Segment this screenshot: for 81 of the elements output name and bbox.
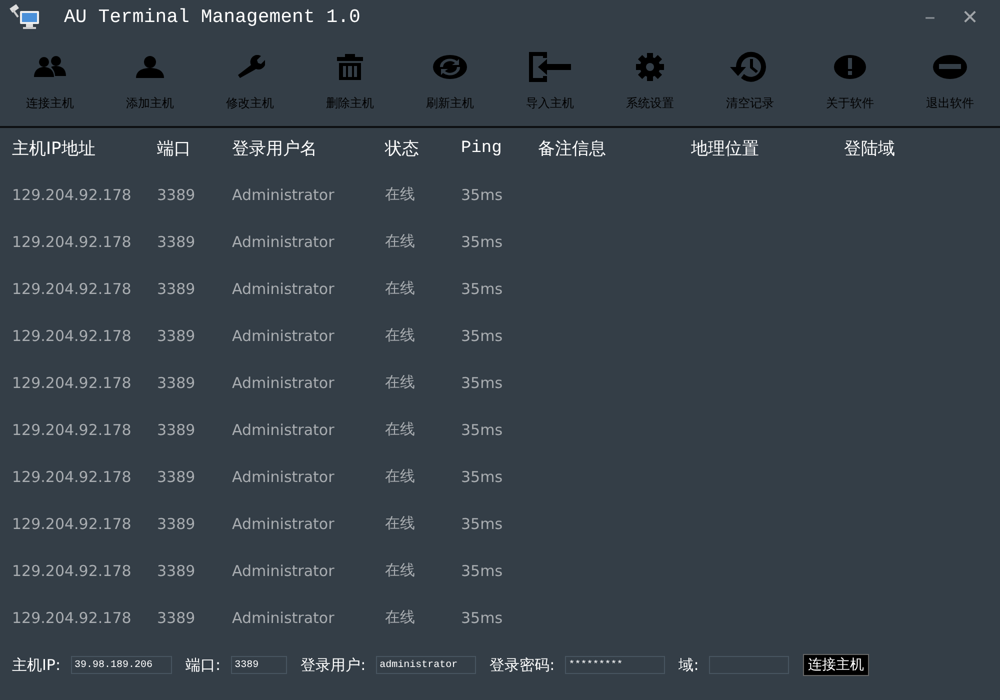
- table-cell-text: 35ms: [461, 184, 503, 206]
- table-cell-text: 3389: [157, 372, 196, 394]
- table-cell-text: 3389: [157, 326, 196, 346]
- refresh-icon: [433, 54, 467, 80]
- table-cell-text: 35ms: [461, 420, 503, 440]
- table-cell-text: Administrator: [232, 608, 334, 628]
- column-header[interactable]: 状态: [385, 128, 419, 168]
- table-cell-text: 3389: [157, 420, 196, 440]
- table-cell-text: 3389: [157, 608, 196, 628]
- table-cell-text: 129.204.92.178: [12, 232, 132, 252]
- trash-icon: [336, 54, 364, 80]
- field-label: 登录用户:: [300, 656, 366, 674]
- table-cell-text: Administrator: [232, 420, 334, 440]
- table-cell-text: 3389: [157, 466, 196, 488]
- table-cell-text: 在线: [385, 231, 415, 252]
- input-field[interactable]: [708, 656, 789, 674]
- input-field[interactable]: 39.98.189.206: [70, 656, 172, 674]
- column-header[interactable]: 地理位置: [691, 128, 759, 168]
- input-field[interactable]: administrator: [376, 656, 476, 674]
- table-cell-text: 在线: [385, 560, 415, 581]
- table-cell-text: Administrator: [232, 278, 334, 300]
- close-button[interactable]: ✕: [950, 2, 990, 32]
- table-cell-text: 129.204.92.178: [12, 560, 132, 582]
- table-cell-text: 35ms: [461, 608, 503, 628]
- table-cell-text: 在线: [385, 372, 415, 393]
- satellite-computer-icon: [8, 4, 40, 30]
- table-cell-text: 129.204.92.178: [12, 514, 132, 534]
- table-cell-text: 在线: [385, 325, 415, 346]
- table-cell-text: 35ms: [461, 278, 503, 300]
- gear-icon: [634, 53, 666, 81]
- input-field[interactable]: 3389: [230, 656, 287, 674]
- table-cell-text: 129.204.92.178: [12, 466, 132, 488]
- field-label: 主机IP:: [12, 656, 61, 674]
- table-cell-text: 129.204.92.178: [12, 326, 132, 346]
- column-header[interactable]: Ping: [461, 128, 502, 168]
- window-title: AU Terminal Management 1.0: [64, 6, 362, 28]
- table-cell-text: 在线: [385, 466, 415, 487]
- minus-circle-icon: [933, 54, 967, 80]
- exclamation-icon: [834, 54, 866, 80]
- table-cell-text: 35ms: [461, 232, 503, 252]
- table-cell-text: Administrator: [232, 514, 334, 534]
- table-cell-text: 3389: [157, 278, 196, 300]
- table-cell-text: Administrator: [232, 372, 334, 394]
- table-cell-text: 在线: [385, 184, 415, 205]
- table-cell-text: 35ms: [461, 514, 503, 534]
- table-cell-text: 129.204.92.178: [12, 278, 132, 300]
- table-cell-text: 129.204.92.178: [12, 184, 132, 206]
- table-cell-text: 129.204.92.178: [12, 372, 132, 394]
- import-icon: [527, 50, 573, 84]
- table-cell-text: 在线: [385, 513, 415, 534]
- field-label: 域:: [678, 656, 699, 674]
- table-cell-text: 3389: [157, 560, 196, 582]
- column-header[interactable]: 登录用户名: [232, 128, 317, 168]
- users-icon: [33, 56, 67, 78]
- table-cell-text: 在线: [385, 278, 415, 299]
- table-cell-text: 3389: [157, 232, 196, 252]
- user-icon: [134, 55, 166, 79]
- table-cell-text: 35ms: [461, 372, 503, 394]
- table-cell-text: 在线: [385, 607, 415, 628]
- table-cell-text: Administrator: [232, 232, 334, 252]
- table-cell-text: 3389: [157, 514, 196, 534]
- column-header[interactable]: 主机IP地址: [12, 128, 96, 168]
- table-cell-text: 35ms: [461, 560, 503, 582]
- table-cell-text: 35ms: [461, 326, 503, 346]
- table-cell-text: 35ms: [461, 466, 503, 488]
- table-cell-text: 在线: [385, 419, 415, 440]
- table-cell-text: Administrator: [232, 184, 334, 206]
- column-header[interactable]: 备注信息: [538, 128, 606, 168]
- input-field[interactable]: *********: [564, 656, 665, 674]
- column-header[interactable]: 端口: [157, 128, 191, 168]
- table-cell-text: Administrator: [232, 560, 334, 582]
- column-header[interactable]: 登陆域: [844, 128, 895, 168]
- table-cell-text: Administrator: [232, 326, 334, 346]
- table-cell-text: Administrator: [232, 466, 334, 488]
- field-label: 登录密码:: [490, 656, 555, 674]
- connect-button[interactable]: 连接主机: [802, 654, 869, 676]
- wrench-icon: [235, 55, 265, 79]
- table-cell-text: 129.204.92.178: [12, 420, 132, 440]
- table-cell-text: 129.204.92.178: [12, 608, 132, 628]
- table-cell-text: 3389: [157, 184, 196, 206]
- field-label: 端口:: [186, 656, 221, 674]
